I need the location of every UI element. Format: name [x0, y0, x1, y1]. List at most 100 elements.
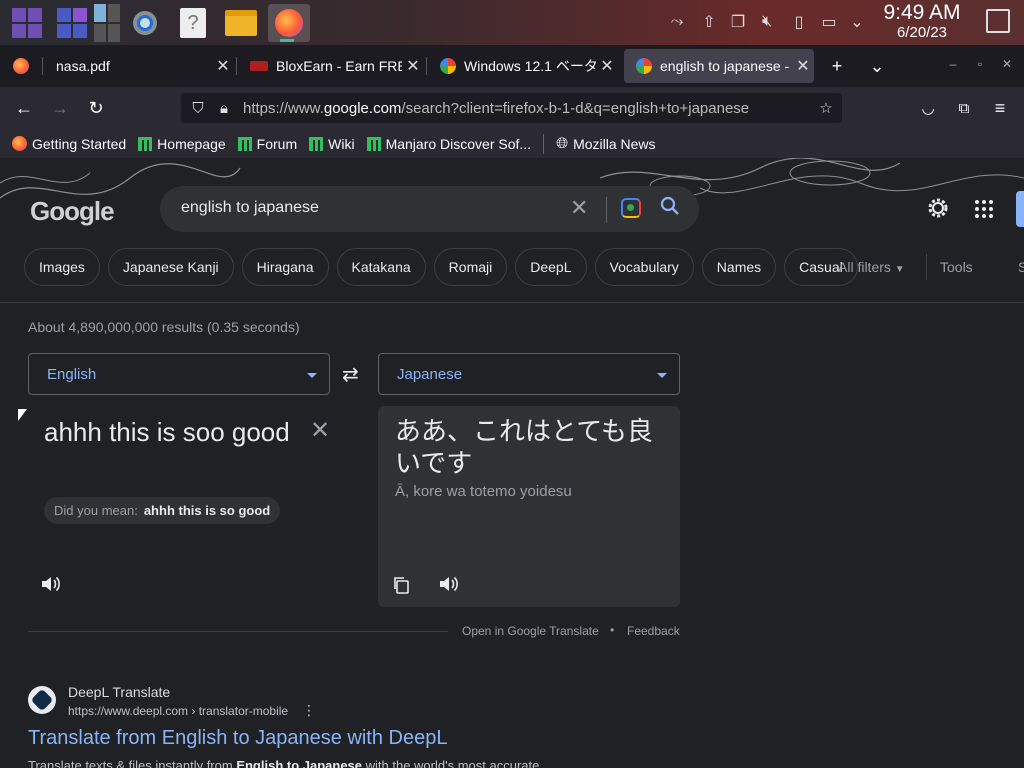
open-in-google-translate-link[interactable]: Open in Google Translate: [462, 624, 599, 638]
kde-connect-icon[interactable]: ⤳: [666, 10, 688, 34]
listen-translation-speaker-icon[interactable]: [438, 574, 460, 594]
minimize-icon[interactable]: –: [945, 57, 961, 71]
url-text[interactable]: https://www.google.com/search?client=fir…: [243, 100, 749, 117]
clock-time: 9:49 AM: [883, 1, 961, 24]
forward-icon[interactable]: →: [46, 95, 74, 121]
listen-source-speaker-icon[interactable]: [40, 574, 62, 594]
google-search-page: Google english to japanese ✕ Images Japa…: [0, 158, 1024, 768]
result-site-name[interactable]: DeepL Translate: [68, 684, 170, 700]
close-icon[interactable]: ✕: [596, 56, 618, 76]
window-close-icon[interactable]: ✕: [999, 57, 1015, 71]
volume-muted-icon[interactable]: 🔇︎: [756, 10, 778, 34]
search-input[interactable]: english to japanese: [181, 199, 319, 217]
chip-katakana[interactable]: Katakana: [336, 248, 426, 286]
help-icon[interactable]: ?: [174, 4, 212, 42]
target-language-label: Japanese: [397, 366, 463, 383]
battery-icon[interactable]: ▯: [788, 10, 810, 34]
virtual-desktops-icon[interactable]: [53, 4, 91, 42]
tab-bloxearn[interactable]: BloxEarn - Earn FREE ✕: [238, 49, 424, 83]
network-icon[interactable]: ▭: [818, 10, 840, 34]
source-text-input[interactable]: ahhh this is soo good: [44, 414, 294, 450]
tracking-protection-icon[interactable]: ⛉: [189, 99, 207, 117]
globe-icon: 🌐︎: [556, 135, 569, 152]
tab-english-to-japanese[interactable]: english to japanese - ✕: [624, 49, 814, 83]
bookmark-manjaro-discover[interactable]: Manjaro Discover Sof...: [366, 136, 531, 152]
chip-names[interactable]: Names: [701, 248, 777, 286]
bookmark-homepage[interactable]: Homepage: [138, 136, 226, 152]
clipboard-icon[interactable]: ❐: [727, 10, 749, 34]
more-options-icon[interactable]: ⋮: [302, 702, 316, 719]
manjaro-icon: [237, 136, 252, 151]
safe-search-button[interactable]: S: [1018, 259, 1024, 275]
target-language-select[interactable]: Japanese: [378, 353, 680, 395]
search-filter-chips: Images Japanese Kanji Hiragana Katakana …: [24, 248, 866, 286]
did-you-mean-label: Did you mean:: [54, 503, 138, 518]
bookmark-star-icon[interactable]: ☆: [817, 99, 835, 117]
menu-icon[interactable]: ≡: [986, 95, 1014, 121]
chip-hiragana[interactable]: Hiragana: [241, 248, 329, 286]
chip-romaji[interactable]: Romaji: [433, 248, 508, 286]
reload-icon[interactable]: ↻: [82, 95, 110, 121]
source-language-select[interactable]: English: [28, 353, 330, 395]
back-icon[interactable]: ←: [10, 95, 38, 121]
copy-icon[interactable]: [392, 576, 410, 594]
tab-windows-12[interactable]: Windows 12.1 ベータ ✕: [428, 49, 618, 83]
window-switcher-icon[interactable]: [88, 4, 126, 42]
google-apps-icon[interactable]: [975, 200, 993, 218]
show-desktop-button[interactable]: [986, 9, 1010, 33]
manjaro-icon: [138, 136, 153, 151]
did-you-mean-suggestion[interactable]: Did you mean: ahhh this is so good: [44, 497, 281, 524]
google-lens-icon[interactable]: [621, 198, 641, 218]
clock[interactable]: 9:49 AM 6/20/23: [872, 1, 972, 42]
tools-button[interactable]: Tools: [940, 259, 973, 275]
extensions-icon[interactable]: ⧉: [950, 95, 978, 121]
clear-search-icon[interactable]: ✕: [570, 195, 588, 221]
feedback-link[interactable]: Feedback: [627, 624, 680, 638]
did-you-mean-value[interactable]: ahhh this is so good: [144, 503, 270, 518]
google-logo[interactable]: Google: [30, 196, 115, 227]
firefox-view-icon[interactable]: [8, 53, 34, 79]
search-icon[interactable]: [660, 196, 680, 216]
firefox-taskbar-icon[interactable]: [268, 4, 310, 42]
result-url[interactable]: https://www.deepl.com › translator-mobil…: [68, 704, 288, 718]
result-title-link[interactable]: Translate from English to Japanese with …: [28, 727, 447, 750]
close-icon[interactable]: ✕: [212, 56, 234, 76]
chip-deepl[interactable]: DeepL: [515, 248, 587, 286]
chip-images[interactable]: Images: [24, 248, 100, 286]
manjaro-icon: [366, 136, 381, 151]
system-settings-icon[interactable]: [126, 4, 164, 42]
swap-languages-icon[interactable]: ⇄: [342, 362, 359, 387]
bookmark-mozilla-news[interactable]: 🌐︎ Mozilla News: [556, 135, 655, 152]
google-icon: [440, 58, 456, 74]
file-manager-icon[interactable]: [222, 4, 260, 42]
new-tab-icon[interactable]: +: [824, 53, 850, 79]
bookmark-getting-started[interactable]: Getting Started: [12, 136, 126, 152]
lock-icon[interactable]: 🔒︎: [215, 99, 233, 117]
romanization-text: Ā, kore wa totemo yoidesu: [395, 483, 572, 500]
bookmark-wiki[interactable]: Wiki: [309, 136, 355, 152]
tab-label: BloxEarn - Earn FREE: [276, 58, 402, 74]
close-icon[interactable]: ✕: [792, 56, 814, 76]
result-snippet: Translate texts & files instantly from E…: [28, 758, 554, 768]
settings-gear-icon[interactable]: [926, 196, 950, 220]
tab-nasa-pdf[interactable]: nasa.pdf ✕: [44, 49, 234, 83]
search-box[interactable]: english to japanese ✕: [160, 186, 699, 232]
google-icon: [636, 58, 652, 74]
translation-text: ああ、これはとても良いです: [395, 416, 653, 478]
manjaro-icon: [309, 136, 324, 151]
list-all-tabs-icon[interactable]: ⌄: [864, 53, 890, 79]
app-launcher-icon[interactable]: [8, 4, 46, 42]
chip-vocabulary[interactable]: Vocabulary: [594, 248, 694, 286]
sign-in-button[interactable]: [1016, 191, 1024, 227]
tray-expand-icon[interactable]: ⌄: [846, 10, 868, 34]
pocket-icon[interactable]: ◡: [914, 95, 942, 121]
mouse-cursor-icon: [18, 409, 27, 421]
clear-source-icon[interactable]: ✕: [310, 416, 330, 445]
updates-icon[interactable]: ⇧: [698, 10, 720, 34]
maximize-icon[interactable]: ▫: [972, 57, 988, 71]
url-bar[interactable]: ⛉ 🔒︎ https://www.google.com/search?clien…: [181, 93, 842, 123]
close-icon[interactable]: ✕: [402, 56, 424, 76]
chip-japanese-kanji[interactable]: Japanese Kanji: [107, 248, 234, 286]
all-filters-button[interactable]: All filters ▼: [838, 259, 905, 275]
bookmark-forum[interactable]: Forum: [237, 136, 297, 152]
